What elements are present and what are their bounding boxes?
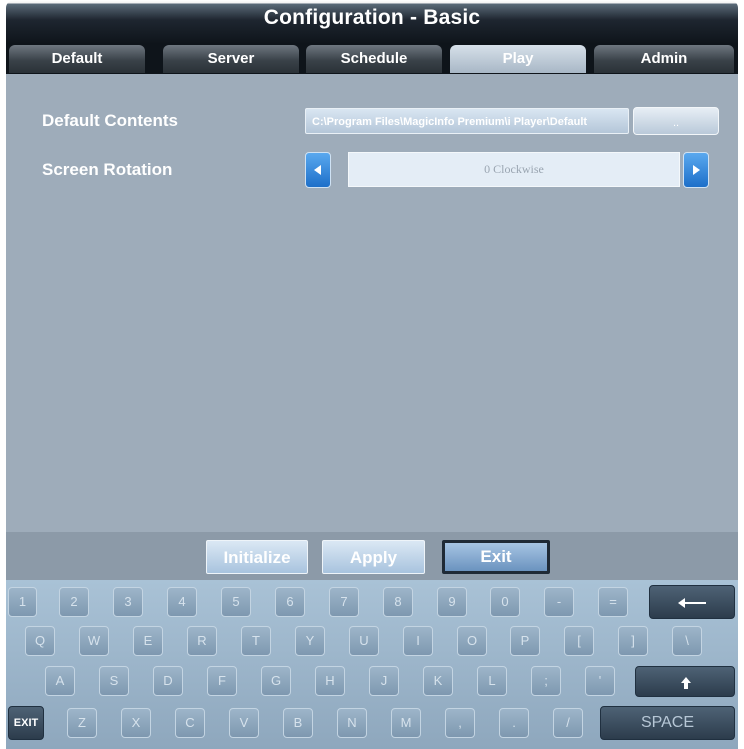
key-e[interactable]: E: [133, 626, 163, 656]
window-title: Configuration - Basic: [263, 6, 481, 29]
key-w[interactable]: W: [79, 626, 109, 656]
key-2[interactable]: 2: [59, 587, 89, 617]
key-r[interactable]: R: [187, 626, 217, 656]
key-right-bracket[interactable]: ]: [618, 626, 648, 656]
key-slash[interactable]: /: [553, 708, 583, 738]
shift-key[interactable]: [635, 666, 735, 697]
rotation-prev-button[interactable]: [305, 152, 331, 188]
key-minus[interactable]: -: [544, 587, 574, 617]
tab-play[interactable]: Play: [450, 45, 586, 73]
settings-panel: Default Contents C:\Program Files\MagicI…: [6, 74, 738, 532]
key-i[interactable]: I: [403, 626, 433, 656]
key-x[interactable]: X: [121, 708, 151, 738]
key-semicolon[interactable]: ;: [531, 666, 561, 696]
key-9[interactable]: 9: [437, 587, 467, 617]
key-q[interactable]: Q: [25, 626, 55, 656]
keyboard-exit-key[interactable]: EXIT: [8, 706, 44, 740]
screen-rotation-label: Screen Rotation: [42, 160, 173, 179]
key-1[interactable]: 1: [8, 587, 37, 617]
key-comma[interactable]: ,: [445, 708, 475, 738]
backspace-key[interactable]: [649, 585, 735, 619]
key-d[interactable]: D: [153, 666, 183, 696]
key-6[interactable]: 6: [275, 587, 305, 617]
on-screen-keyboard: 1 2 3 4 5 6 7 8 9 0 - = Q W E R T Y U I …: [6, 580, 738, 749]
key-z[interactable]: Z: [67, 708, 97, 738]
key-left-bracket[interactable]: [: [564, 626, 594, 656]
key-5[interactable]: 5: [221, 587, 251, 617]
key-k[interactable]: K: [423, 666, 453, 696]
title-bar: Configuration - Basic: [6, 0, 738, 44]
browse-button[interactable]: ..: [633, 107, 719, 135]
key-f[interactable]: F: [207, 666, 237, 696]
key-l[interactable]: L: [477, 666, 507, 696]
key-backslash[interactable]: \: [672, 626, 702, 656]
shift-up-arrow-icon: [681, 677, 691, 689]
key-quote[interactable]: ': [585, 666, 615, 696]
tab-default[interactable]: Default: [9, 45, 145, 73]
initialize-button[interactable]: Initialize: [206, 540, 308, 574]
screen-rotation-value: 0 Clockwise: [348, 152, 680, 187]
exit-button[interactable]: Exit: [442, 540, 550, 574]
key-3[interactable]: 3: [113, 587, 143, 617]
apply-button[interactable]: Apply: [322, 540, 425, 574]
key-t[interactable]: T: [241, 626, 271, 656]
key-b[interactable]: B: [283, 708, 313, 738]
backspace-arrow-icon: [678, 598, 706, 608]
arrow-right-icon: [693, 165, 700, 175]
key-8[interactable]: 8: [383, 587, 413, 617]
key-n[interactable]: N: [337, 708, 367, 738]
action-bar: Initialize Apply Exit: [6, 532, 738, 580]
key-7[interactable]: 7: [329, 587, 359, 617]
tab-schedule[interactable]: Schedule: [306, 45, 442, 73]
key-0[interactable]: 0: [490, 587, 520, 617]
key-s[interactable]: S: [99, 666, 129, 696]
tab-bar: Default Server Schedule Play Admin: [6, 44, 738, 74]
key-4[interactable]: 4: [167, 587, 197, 617]
key-o[interactable]: O: [457, 626, 487, 656]
default-contents-field[interactable]: C:\Program Files\MagicInfo Premium\i Pla…: [305, 108, 629, 134]
key-y[interactable]: Y: [295, 626, 325, 656]
key-j[interactable]: J: [369, 666, 399, 696]
tab-admin[interactable]: Admin: [594, 45, 734, 73]
rotation-next-button[interactable]: [683, 152, 709, 188]
key-c[interactable]: C: [175, 708, 205, 738]
key-equals[interactable]: =: [598, 587, 628, 617]
default-contents-label: Default Contents: [42, 111, 178, 130]
key-v[interactable]: V: [229, 708, 259, 738]
space-key[interactable]: SPACE: [600, 706, 735, 740]
key-g[interactable]: G: [261, 666, 291, 696]
key-u[interactable]: U: [349, 626, 379, 656]
key-m[interactable]: M: [391, 708, 421, 738]
key-period[interactable]: .: [499, 708, 529, 738]
key-p[interactable]: P: [510, 626, 540, 656]
tab-server[interactable]: Server: [163, 45, 299, 73]
key-a[interactable]: A: [45, 666, 75, 696]
key-h[interactable]: H: [315, 666, 345, 696]
arrow-left-icon: [314, 165, 321, 175]
